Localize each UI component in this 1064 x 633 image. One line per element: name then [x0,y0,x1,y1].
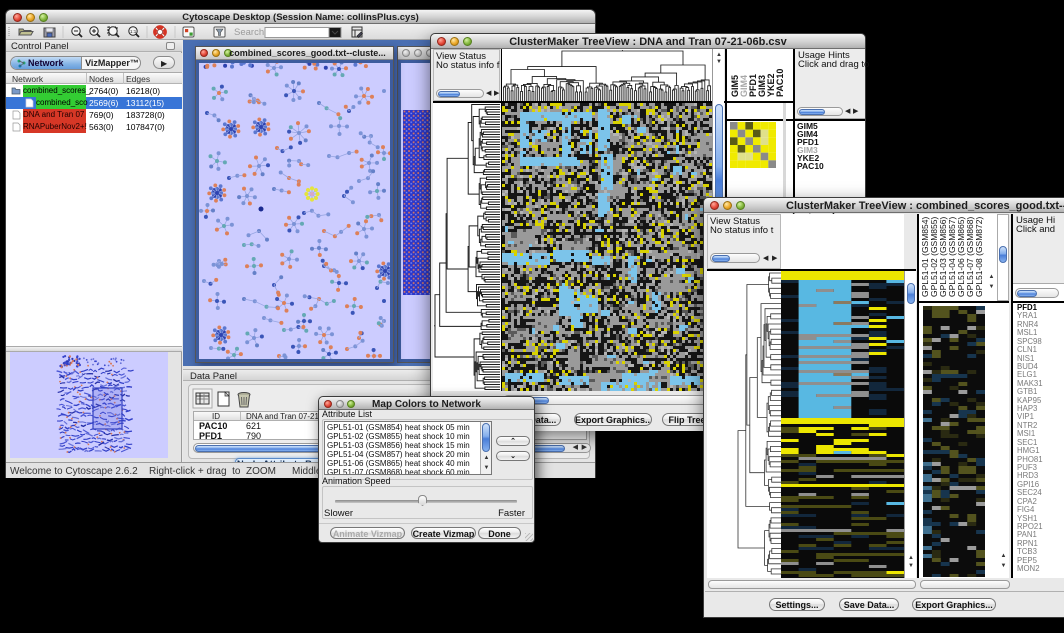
svg-text:Search:: Search: [234,27,267,38]
svg-text:1:1: 1:1 [130,29,137,34]
